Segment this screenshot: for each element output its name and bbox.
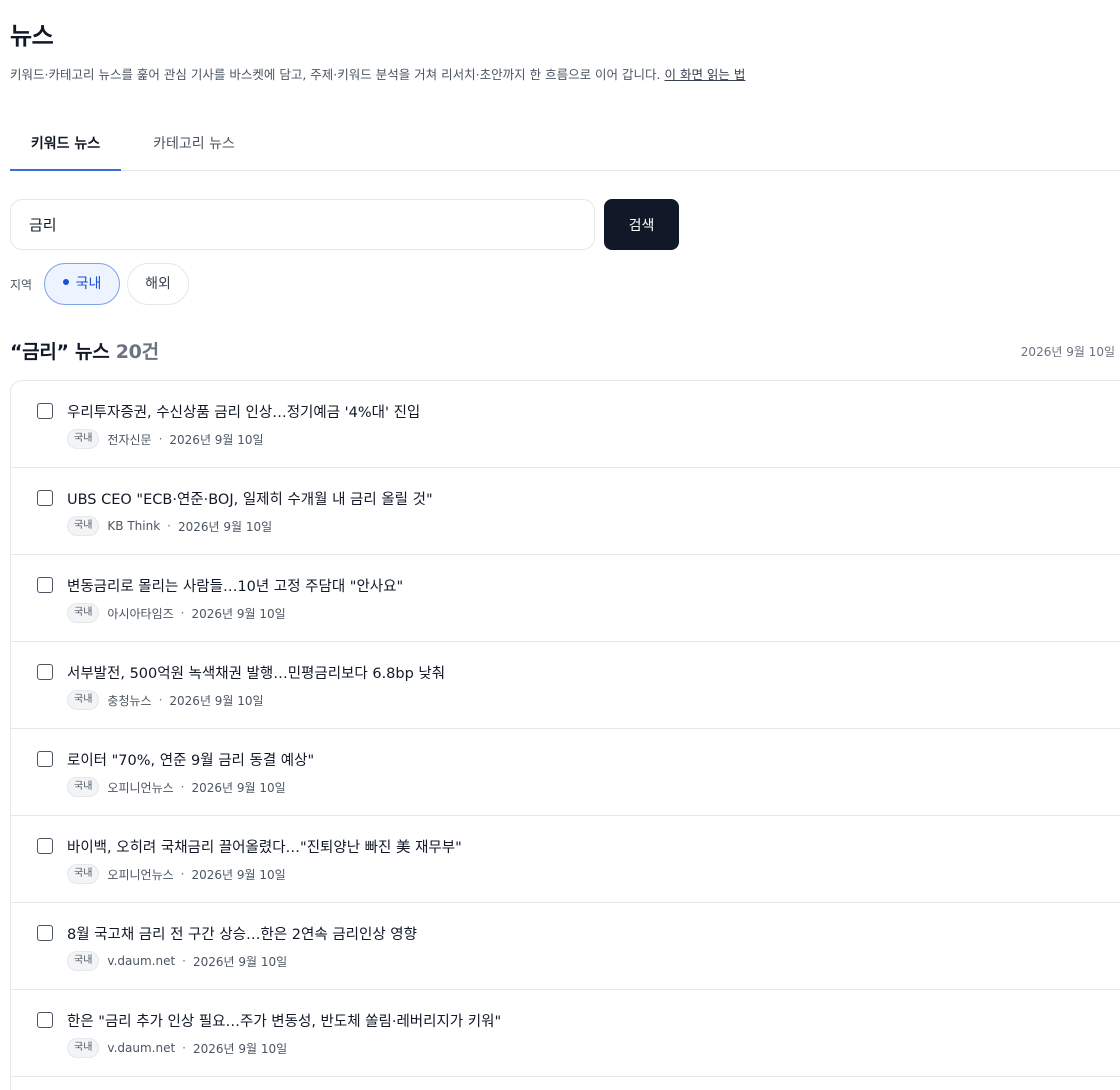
meta-separator: ·	[180, 867, 185, 881]
article-title[interactable]: 우리투자증권, 수신상품 금리 인상…정기예금 '4%대' 진입	[67, 401, 420, 422]
tab-bar: 키워드 뉴스 카테고리 뉴스	[10, 121, 1120, 171]
article-meta: 국내 오피니언뉴스 · 2026년 9월 10일	[67, 777, 286, 797]
article-region-tag: 국내	[67, 429, 100, 449]
tab-category-news[interactable]: 카테고리 뉴스	[144, 121, 244, 171]
article-source: 아시아타임즈	[107, 606, 174, 621]
page-description: 키워드·카테고리 뉴스를 훑어 관심 기사를 바스켓에 담고, 주제·키워드 분…	[10, 64, 745, 83]
article-source: 오피니언뉴스	[107, 780, 174, 795]
article-meta: 국내 v.daum.net · 2026년 9월 10일	[67, 1038, 287, 1058]
article-checkbox[interactable]	[37, 838, 53, 854]
article-source: 전자신문	[107, 432, 152, 447]
article-date: 2026년 9월 10일	[169, 693, 264, 708]
news-page: 뉴스 키워드·카테고리 뉴스를 훑어 관심 기사를 바스켓에 담고, 주제·키워…	[0, 0, 1120, 1090]
article-region-tag: 국내	[67, 951, 100, 971]
result-heading: “금리” 뉴스 20건	[10, 337, 159, 364]
search-button[interactable]: 검색	[604, 199, 679, 250]
article-title[interactable]: 변동금리로 몰리는 사람들…10년 고정 주담대 "안사요"	[67, 575, 403, 596]
article-region-tag: 국내	[67, 690, 100, 710]
article-date: 2026년 9월 10일	[191, 780, 286, 795]
meta-separator: ·	[180, 606, 185, 620]
region-domestic-option[interactable]: 국내	[44, 263, 120, 305]
region-overseas-label: 해외	[145, 276, 171, 292]
article-title[interactable]: UBS CEO "ECB·연준·BOJ, 일제히 수개월 내 금리 올릴 것"	[67, 488, 433, 509]
meta-separator: ·	[158, 693, 163, 707]
article-item: 한은 "금리 추가 인상 필요…주가 변동성, 반도체 쏠림·레버리지가 키워"…	[11, 990, 1120, 1077]
article-checkbox[interactable]	[37, 403, 53, 419]
article-checkbox[interactable]	[37, 664, 53, 680]
article-item: 우리투자증권, 수신상품 금리 인상…정기예금 '4%대' 진입 국내 전자신문…	[11, 381, 1120, 468]
help-link[interactable]: 이 화면 읽는 법	[664, 67, 745, 82]
article-region-tag: 국내	[67, 603, 100, 623]
article-title[interactable]: 로이터 "70%, 연준 9월 금리 동결 예상"	[67, 749, 314, 770]
meta-separator: ·	[182, 954, 186, 968]
article-meta: 국내 KB Think · 2026년 9월 10일	[67, 516, 272, 536]
region-overseas-option[interactable]: 해외	[127, 263, 189, 305]
article-title[interactable]: 8월 국고채 금리 전 구간 상승…한은 2연속 금리인상 영향	[67, 923, 417, 944]
article-region-tag: 국내	[67, 1038, 100, 1058]
article-item: 로이터 "70%, 연준 9월 금리 동결 예상" 국내 오피니언뉴스 · 20…	[11, 729, 1120, 816]
meta-separator: ·	[158, 432, 163, 446]
article-date: 2026년 9월 10일	[193, 1041, 288, 1056]
page-title: 뉴스	[10, 22, 54, 50]
article-meta: 국내 아시아타임즈 · 2026년 9월 10일	[67, 603, 286, 623]
article-region-tag: 국내	[67, 777, 100, 797]
article-item: 변동금리로 몰리는 사람들…10년 고정 주담대 "안사요" 국내 아시아타임즈…	[11, 555, 1120, 642]
result-count: 20건	[115, 341, 159, 363]
meta-separator: ·	[167, 519, 171, 533]
article-list: 우리투자증권, 수신상품 금리 인상…정기예금 '4%대' 진입 국내 전자신문…	[10, 380, 1120, 1090]
article-item: 서부발전, 500억원 녹색채권 발행…민평금리보다 6.8bp 낮춰 국내 충…	[11, 642, 1120, 729]
article-date: 2026년 9월 10일	[191, 606, 286, 621]
article-source: v.daum.net	[107, 1041, 176, 1055]
article-checkbox[interactable]	[37, 1012, 53, 1028]
article-item: UBS CEO "ECB·연준·BOJ, 일제히 수개월 내 금리 올릴 것" …	[11, 468, 1120, 555]
article-meta: 국내 v.daum.net · 2026년 9월 10일	[67, 951, 287, 971]
region-domestic-label: 국내	[75, 276, 102, 292]
article-checkbox[interactable]	[37, 925, 53, 941]
article-date: 2026년 9월 10일	[193, 954, 288, 969]
article-checkbox[interactable]	[37, 751, 53, 767]
article-region-tag: 국내	[67, 516, 100, 536]
article-meta: 국내 충청뉴스 · 2026년 9월 10일	[67, 690, 264, 710]
article-item: 바이백, 오히려 국채금리 끌어올렸다…"진퇴양난 빠진 美 재무부" 국내 오…	[11, 816, 1120, 903]
description-text: 키워드·카테고리 뉴스를 훑어 관심 기사를 바스켓에 담고, 주제·키워드 분…	[10, 67, 661, 82]
tab-keyword-news[interactable]: 키워드 뉴스	[10, 121, 121, 171]
article-date: 2026년 9월 10일	[177, 519, 273, 534]
article-title[interactable]: 바이백, 오히려 국채금리 끌어올렸다…"진퇴양난 빠진 美 재무부"	[67, 836, 462, 857]
result-date: 2026년 9월 10일	[1020, 345, 1115, 359]
article-checkbox[interactable]	[37, 577, 53, 593]
article-meta: 국내 오피니언뉴스 · 2026년 9월 10일	[67, 864, 286, 884]
article-meta: 국내 전자신문 · 2026년 9월 10일	[67, 429, 264, 449]
article-checkbox[interactable]	[37, 490, 53, 506]
article-source: 오피니언뉴스	[107, 867, 174, 882]
article-region-tag: 국내	[67, 864, 100, 884]
result-heading-prefix: “금리” 뉴스	[10, 341, 110, 363]
article-date: 2026년 9월 10일	[169, 432, 264, 447]
article-source: KB Think	[107, 519, 161, 533]
meta-separator: ·	[180, 780, 185, 794]
selected-dot-icon	[62, 279, 69, 285]
article-item: 8월 국고채 금리 전 구간 상승…한은 2연속 금리인상 영향 국내 v.da…	[11, 903, 1120, 990]
meta-separator: ·	[182, 1041, 186, 1055]
article-source: 충청뉴스	[107, 693, 152, 708]
search-input[interactable]	[10, 199, 595, 250]
article-title[interactable]: 서부발전, 500억원 녹색채권 발행…민평금리보다 6.8bp 낮춰	[67, 662, 445, 683]
article-title[interactable]: 한은 "금리 추가 인상 필요…주가 변동성, 반도체 쏠림·레버리지가 키워"	[67, 1010, 501, 1031]
article-source: v.daum.net	[107, 954, 176, 968]
article-date: 2026년 9월 10일	[191, 867, 286, 882]
region-label: 지역	[10, 278, 33, 292]
